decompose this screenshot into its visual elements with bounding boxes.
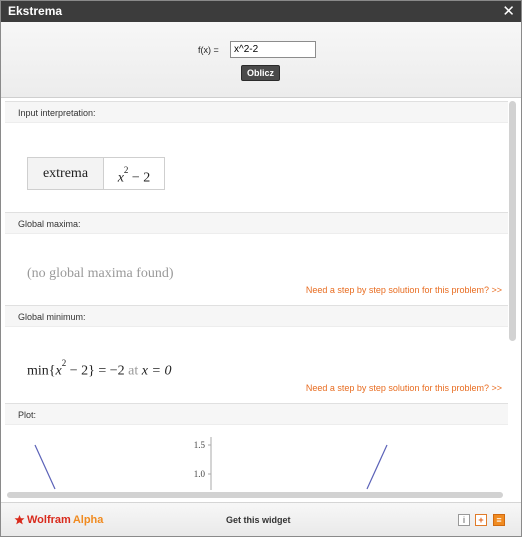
logo-text-wolfram: Wolfram bbox=[27, 514, 71, 526]
step-solution-link-minimum[interactable]: Need a step by step solution for this pr… bbox=[306, 383, 502, 393]
min-tail: − 2 bbox=[66, 363, 89, 379]
min-close-brace: } bbox=[88, 363, 95, 379]
interpretation-function: extrema bbox=[28, 158, 104, 189]
pod-title-maxima: Global maxima: bbox=[5, 212, 508, 234]
minimum-result: min{x2 − 2} = −2 at x = 0 bbox=[27, 358, 172, 380]
close-icon[interactable]: ✕ bbox=[502, 2, 515, 20]
step-solution-link-maxima[interactable]: Need a step by step solution for this pr… bbox=[306, 285, 502, 295]
input-panel: f(x) = Oblicz bbox=[1, 22, 521, 98]
maxima-result: (no global maxima found) bbox=[27, 266, 174, 281]
expr-tail: − 2 bbox=[128, 170, 151, 186]
results-pane[interactable]: Input interpretation: extrema x2 − 2 Glo… bbox=[5, 101, 508, 490]
expr-exponent: 2 bbox=[123, 165, 129, 175]
function-input[interactable] bbox=[230, 41, 316, 58]
window-title: Ekstrema bbox=[8, 4, 63, 18]
pod-title-plot: Plot: bbox=[5, 403, 508, 425]
plot-curve-right bbox=[366, 444, 388, 490]
widget-window: Ekstrema ✕ f(x) = Oblicz Input interpret… bbox=[0, 0, 522, 537]
min-open-brace: { bbox=[48, 363, 56, 379]
compute-button[interactable]: Oblicz bbox=[241, 65, 280, 81]
plot-tick-label-2: 1.0 bbox=[194, 469, 206, 479]
min-prefix: min bbox=[27, 363, 49, 379]
min-condition: x = 0 bbox=[138, 363, 172, 379]
add-icon[interactable]: + bbox=[475, 514, 487, 526]
wolframalpha-logo[interactable]: Wolfram Alpha bbox=[14, 514, 103, 526]
wolfram-star-icon bbox=[14, 514, 25, 524]
title-bar: Ekstrema ✕ bbox=[1, 1, 521, 22]
logo-text-alpha: Alpha bbox=[72, 514, 104, 526]
pod-title-interpretation: Input interpretation: bbox=[5, 101, 508, 123]
plot-tick-label-1: 1.5 bbox=[194, 440, 206, 450]
interpretation-expression: x2 − 2 bbox=[104, 158, 164, 189]
info-icon[interactable]: i bbox=[458, 514, 470, 526]
pod-title-minimum: Global minimum: bbox=[5, 305, 508, 327]
function-label: f(x) = bbox=[198, 45, 219, 55]
plot-curve-left bbox=[34, 444, 56, 490]
min-base: x bbox=[55, 363, 62, 379]
get-widget-link[interactable]: Get this widget bbox=[226, 515, 291, 525]
widget-footer: Wolfram Alpha Get this widget i + ≡ bbox=[1, 502, 521, 536]
horizontal-scrollbar[interactable] bbox=[7, 492, 503, 498]
menu-icon[interactable]: ≡ bbox=[493, 514, 505, 526]
min-at: at bbox=[128, 363, 139, 379]
min-exponent: 2 bbox=[61, 358, 67, 368]
min-equals: = −2 bbox=[94, 363, 129, 379]
interpretation-table: extrema x2 − 2 bbox=[27, 157, 165, 190]
vertical-scrollbar[interactable] bbox=[509, 101, 516, 341]
plot-graph: 1.5 1.0 bbox=[34, 437, 388, 490]
expr-base: x bbox=[117, 170, 124, 186]
